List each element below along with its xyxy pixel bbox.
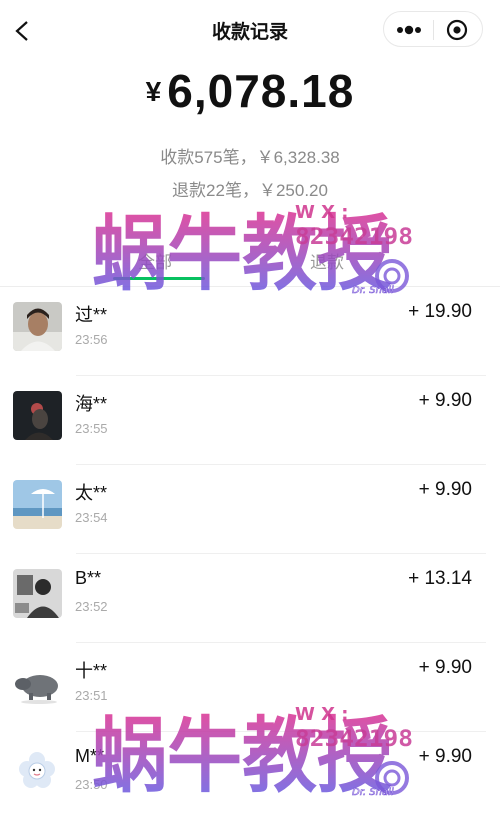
monochrome-photo-icon <box>13 569 62 618</box>
avatar <box>13 658 62 707</box>
payer-name: M** <box>75 746 105 766</box>
close-target-icon[interactable] <box>444 18 470 42</box>
watermark-wx-label: W X : <box>295 202 348 223</box>
payment-amount: + 13.14 <box>408 568 472 589</box>
transaction-row[interactable]: 过** 23:56 + 19.90 <box>0 287 500 376</box>
mini-program-capsule <box>383 11 483 47</box>
payer-name: 十** <box>75 661 108 681</box>
flower-cartoon-icon <box>13 747 62 796</box>
hippo-photo-icon <box>13 658 62 707</box>
payment-amount: + 9.90 <box>418 657 472 678</box>
tab-refund[interactable]: 退款 <box>310 248 344 273</box>
transaction-row[interactable]: B** 23:52 + 13.14 <box>0 554 500 643</box>
transaction-row[interactable]: 海** 23:55 + 9.90 <box>0 376 500 465</box>
payment-time: 23:52 <box>75 599 108 614</box>
payment-amount: + 9.90 <box>418 390 472 411</box>
avatar <box>13 747 62 796</box>
navigation-bar: 收款记录 <box>0 0 500 60</box>
tab-all[interactable]: 全部 <box>138 248 172 273</box>
payer-name: B** <box>75 568 102 588</box>
filter-tabs: 全部 退款 <box>0 240 500 282</box>
payer-name: 海** <box>75 394 108 414</box>
avatar <box>13 391 62 440</box>
avatar <box>13 569 62 618</box>
payment-time: 23:50 <box>75 777 108 792</box>
avatar <box>13 480 62 529</box>
portrait-photo-icon <box>13 302 62 351</box>
dark-portrait-photo-icon <box>13 391 62 440</box>
payment-time: 23:54 <box>75 510 108 525</box>
transaction-list: 过** 23:56 + 19.90 海** 23:55 + 9.90 太** 2… <box>0 287 500 821</box>
transaction-row[interactable]: 十** 23:51 + 9.90 <box>0 643 500 732</box>
refunds-summary: 退款22笔，￥250.20 <box>172 181 328 200</box>
payment-amount: + 9.90 <box>418 746 472 767</box>
total-amount: ¥6,078.18 <box>0 64 500 118</box>
payment-amount: + 19.90 <box>408 301 472 322</box>
receipts-summary: 收款575笔，￥6,328.38 <box>160 148 340 167</box>
total-amount-value: 6,078.18 <box>167 65 355 117</box>
active-tab-indicator <box>113 277 205 280</box>
payer-name: 过** <box>75 305 108 325</box>
payment-time: 23:56 <box>75 332 108 347</box>
payment-time: 23:51 <box>75 688 108 703</box>
payment-time: 23:55 <box>75 421 108 436</box>
payment-amount: + 9.90 <box>418 479 472 500</box>
more-icon[interactable] <box>392 18 426 42</box>
capsule-separator <box>433 20 434 40</box>
payer-name: 太** <box>75 483 108 503</box>
transaction-row[interactable]: M** 23:50 + 9.90 <box>0 732 500 821</box>
transaction-row[interactable]: 太** 23:54 + 9.90 <box>0 465 500 554</box>
beach-photo-icon <box>13 480 62 529</box>
avatar <box>13 302 62 351</box>
currency-symbol: ¥ <box>145 76 162 107</box>
